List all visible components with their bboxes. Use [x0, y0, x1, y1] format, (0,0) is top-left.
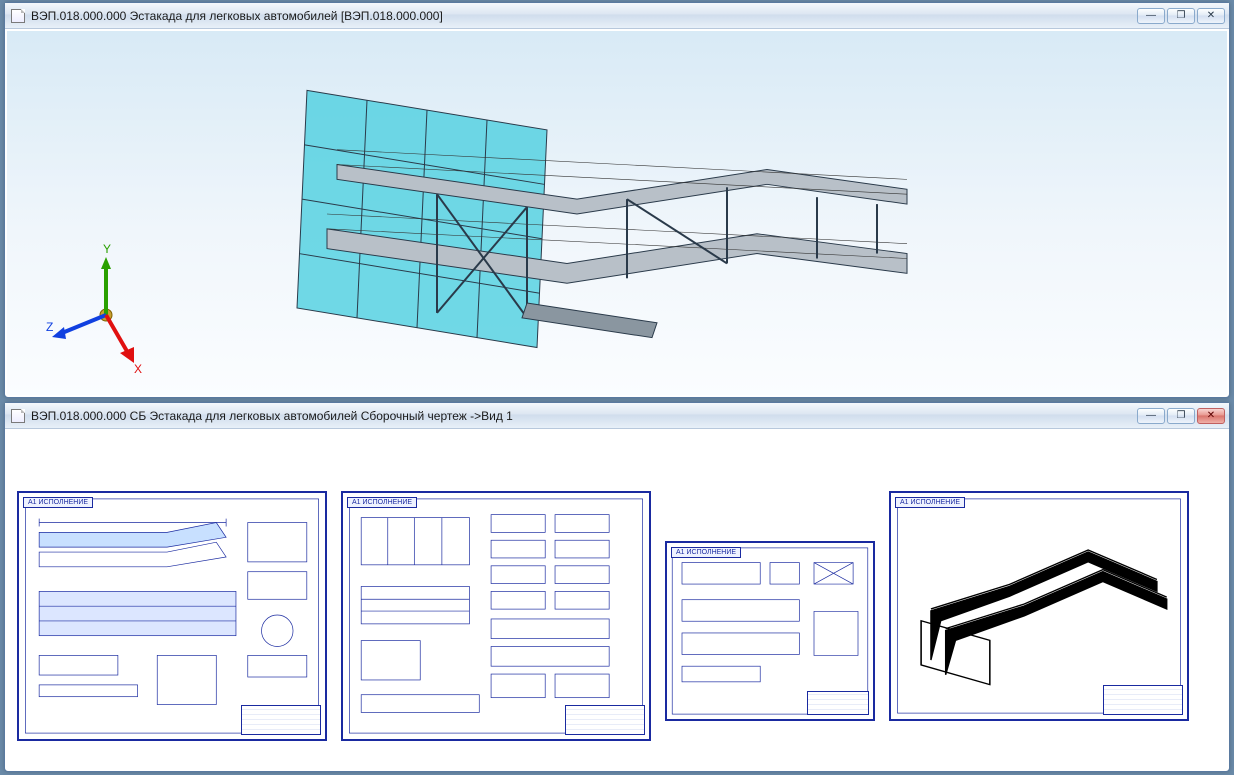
title-block [241, 705, 321, 735]
sheet-format-tag: А1 ИСПОЛНЕНИЕ [23, 497, 93, 508]
close-button[interactable]: ✕ [1197, 408, 1225, 424]
axis-y-label: Y [103, 242, 111, 256]
drawing-window-controls: — ❐ ✕ [1137, 408, 1225, 424]
axis-x-label: X [134, 362, 142, 376]
sheet-format-tag: А1 ИСПОЛНЕНИЕ [347, 497, 417, 508]
drawing-sheets-row: А1 ИСПОЛНЕНИЕ [17, 491, 1189, 741]
sheet-2-content [343, 493, 649, 739]
drawing-viewport[interactable]: А1 ИСПОЛНЕНИЕ [7, 431, 1227, 769]
close-icon: ✕ [1207, 410, 1215, 421]
minimize-button[interactable]: — [1137, 408, 1165, 424]
title-block [565, 705, 645, 735]
model-viewport[interactable]: Y Z X [7, 31, 1227, 395]
sheet-format-tag: А1 ИСПОЛНЕНИЕ [671, 547, 741, 558]
model-window-controls: — ❐ ✕ [1137, 8, 1225, 24]
maximize-icon: ❐ [1177, 410, 1186, 421]
minimize-icon: — [1146, 410, 1156, 421]
title-block [807, 691, 869, 715]
maximize-button[interactable]: ❐ [1167, 408, 1195, 424]
document-icon [11, 9, 25, 23]
drawing-window-title: ВЭП.018.000.000 СБ Эстакада для легковых… [31, 409, 1137, 423]
model-titlebar[interactable]: ВЭП.018.000.000 Эстакада для легковых ав… [5, 3, 1229, 29]
drawing-sheet-2[interactable]: А1 ИСПОЛНЕНИЕ [341, 491, 651, 741]
model-window-title: ВЭП.018.000.000 Эстакада для легковых ав… [31, 9, 1137, 23]
drawing-sheet-4[interactable]: А1 ИСПОЛНЕНИЕ [889, 491, 1189, 721]
axis-triad[interactable]: Y Z X [51, 245, 171, 365]
sheet-format-tag: А1 ИСПОЛНЕНИЕ [895, 497, 965, 508]
minimize-icon: — [1146, 10, 1156, 21]
drawing-sheet-1[interactable]: А1 ИСПОЛНЕНИЕ [17, 491, 327, 741]
model-render [7, 31, 1227, 395]
title-block [1103, 685, 1183, 715]
maximize-icon: ❐ [1177, 10, 1186, 21]
drawing-sheet-3[interactable]: А1 ИСПОЛНЕНИЕ [665, 541, 875, 721]
close-button[interactable]: ✕ [1197, 8, 1225, 24]
drawing-window: ВЭП.018.000.000 СБ Эстакада для легковых… [4, 402, 1230, 772]
sheet-1-content [19, 493, 325, 739]
document-icon [11, 409, 25, 423]
maximize-button[interactable]: ❐ [1167, 8, 1195, 24]
axis-z-label: Z [46, 320, 53, 334]
minimize-button[interactable]: — [1137, 8, 1165, 24]
drawing-titlebar[interactable]: ВЭП.018.000.000 СБ Эстакада для легковых… [5, 403, 1229, 429]
close-icon: ✕ [1207, 10, 1215, 21]
model-window: ВЭП.018.000.000 Эстакада для легковых ав… [4, 2, 1230, 398]
